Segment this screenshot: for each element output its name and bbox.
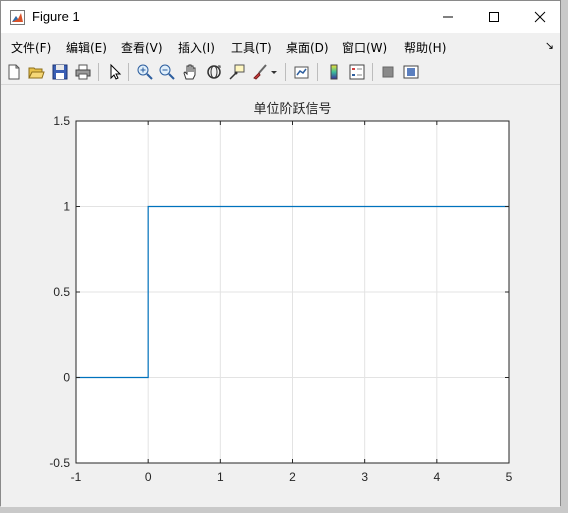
brush-icon[interactable] [251,63,269,81]
new-figure-icon[interactable] [5,63,23,81]
matlab-logo-icon [10,10,25,25]
toolbar-separator [98,63,99,81]
insert-legend-icon[interactable] [348,63,366,81]
y-tick-label: 1 [63,200,70,214]
select-arrow-icon[interactable] [106,63,124,81]
show-plot-tools-icon[interactable] [402,63,420,81]
rotate-3d-icon[interactable] [205,63,223,81]
x-tick-label: 4 [433,470,440,484]
maximize-button[interactable] [471,1,517,33]
close-icon [534,11,546,23]
menu-bar: 文件(F) 编辑(E) 查看(V) 插入(I) 工具(T) 桌面(D) 窗口(W… [1,34,560,58]
y-tick-label: -0.5 [49,456,70,470]
window-title: Figure 1 [32,9,80,24]
menu-insert[interactable]: 插入(I) [178,39,215,56]
x-tick-label: 3 [361,470,368,484]
zoom-out-icon[interactable] [158,63,176,81]
menu-file[interactable]: 文件(F) [11,39,51,56]
toolbar-separator [128,63,129,81]
y-tick-label: 0.5 [53,285,70,299]
toolbar-separator [285,63,286,81]
y-tick-label: 1.5 [53,114,70,128]
brush-dropdown-icon[interactable] [269,63,279,81]
save-icon[interactable] [51,63,69,81]
chart: -1 0 1 2 3 4 5 -0.5 0 0.5 1 1.5 单位阶跃信号 [49,102,513,484]
minimize-icon [443,16,453,18]
insert-colorbar-icon[interactable] [325,63,343,81]
menu-overflow-arrow-icon[interactable]: ↘ [545,39,554,52]
menu-help[interactable]: 帮助(H) [404,39,446,56]
x-tick-label: 5 [506,470,513,484]
menu-tools[interactable]: 工具(T) [231,39,272,56]
y-tick-label: 0 [63,371,70,385]
x-tick-label: 2 [289,470,296,484]
data-cursor-icon[interactable] [228,63,246,81]
open-file-icon[interactable] [27,63,45,81]
menu-view[interactable]: 查看(V) [121,39,163,56]
hide-plot-tools-icon[interactable] [379,63,397,81]
menu-edit[interactable]: 编辑(E) [66,39,107,56]
close-button[interactable] [517,1,563,33]
figure-window: Figure 1 文件(F) 编辑(E) 查看(V) 插入(I) 工具(T) 桌… [0,0,561,507]
chart-title: 单位阶跃信号 [253,102,331,117]
maximize-icon [489,12,499,22]
pan-hand-icon[interactable] [181,63,199,81]
x-tick-label: 0 [145,470,152,484]
toolbar-separator [372,63,373,81]
menu-desktop[interactable]: 桌面(D) [286,39,329,56]
toolbar-separator [317,63,318,81]
x-tick-label: 1 [217,470,224,484]
figure-toolbar [1,59,560,85]
title-bar[interactable]: Figure 1 [1,1,560,33]
minimize-button[interactable] [425,1,471,33]
link-plot-icon[interactable] [293,63,311,81]
x-tick-label: -1 [71,470,82,484]
zoom-in-icon[interactable] [136,63,154,81]
print-icon[interactable] [74,63,92,81]
menu-window[interactable]: 窗口(W) [342,39,387,56]
figure-canvas: -1 0 1 2 3 4 5 -0.5 0 0.5 1 1.5 单位阶跃信号 [1,86,560,507]
